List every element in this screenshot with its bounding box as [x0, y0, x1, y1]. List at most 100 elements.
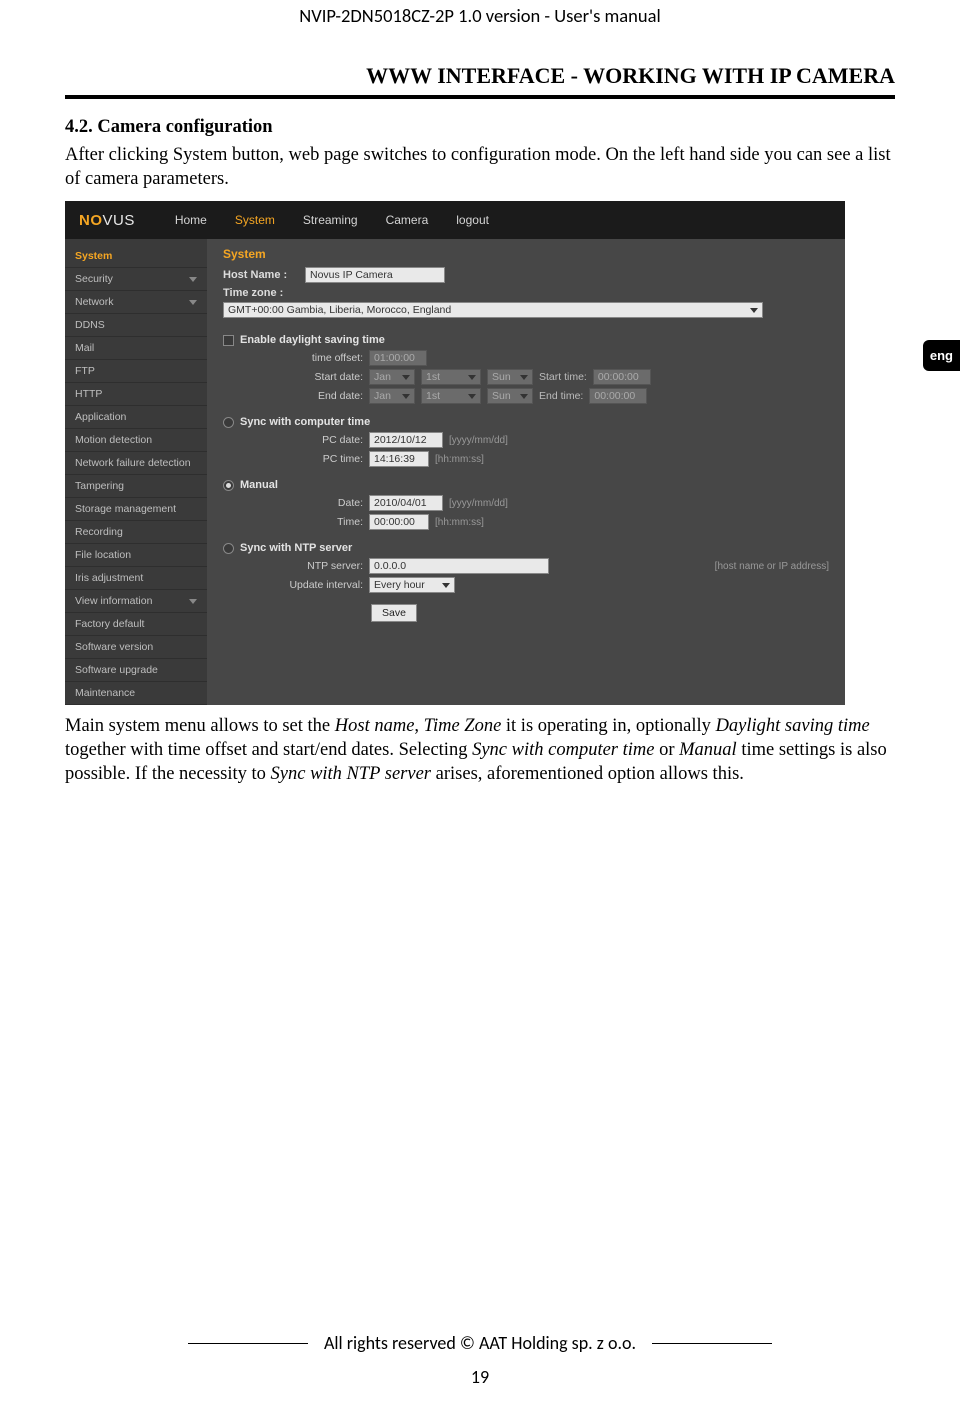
chevron-down-icon	[520, 375, 528, 380]
doc-header: NVIP-2DN5018CZ-2P 1.0 version - User's m…	[65, 0, 895, 33]
time-zone-value: GMT+00:00 Gambia, Liberia, Morocco, Engl…	[228, 304, 451, 316]
ntp-radio[interactable]	[223, 543, 234, 554]
sidebar-item-label: Storage management	[75, 503, 176, 515]
pc-time-label: PC time:	[277, 453, 363, 465]
manual-date-input[interactable]: 2010/04/01	[369, 495, 443, 511]
nav-item-system[interactable]: System	[235, 213, 275, 227]
description-paragraph: Main system menu allows to set the Host …	[65, 715, 895, 786]
nav-item-logout[interactable]: logout	[456, 213, 489, 227]
ntp-interval-label: Update interval:	[277, 579, 363, 591]
end-day-value: 1st	[426, 390, 440, 402]
italic: Sync with NTP server	[271, 764, 432, 784]
sidebar-item-security[interactable]: Security	[65, 268, 207, 291]
sidebar-item-label: Mail	[75, 342, 94, 354]
pc-date-input[interactable]: 2012/10/12	[369, 432, 443, 448]
sidebar-item-application[interactable]: Application	[65, 406, 207, 429]
sidebar-item-label: System	[75, 250, 112, 262]
time-offset-input[interactable]: 01:00:00	[369, 350, 427, 366]
sidebar-item-label: DDNS	[75, 319, 105, 331]
manual-time-label: Time:	[277, 516, 363, 528]
end-dow-value: Sun	[492, 390, 511, 402]
sidebar-item-mail[interactable]: Mail	[65, 337, 207, 360]
time-zone-select[interactable]: GMT+00:00 Gambia, Liberia, Morocco, Engl…	[223, 302, 763, 318]
screenshot: NOVUS HomeSystemStreamingCameralogout Sy…	[65, 201, 845, 705]
sidebar-item-network-failure-detection[interactable]: Network failure detection	[65, 452, 207, 475]
chevron-down-icon	[468, 375, 476, 380]
end-month-value: Jan	[374, 390, 391, 402]
sidebar-item-label: Iris adjustment	[75, 572, 143, 584]
end-date-label: End date:	[277, 390, 363, 402]
ntp-server-hint: [host name or IP address]	[715, 561, 829, 572]
sidebar-item-recording[interactable]: Recording	[65, 521, 207, 544]
sidebar-item-label: Application	[75, 411, 126, 423]
sidebar-item-ddns[interactable]: DDNS	[65, 314, 207, 337]
sidebar-item-system[interactable]: System	[65, 245, 207, 268]
sidebar-item-storage-management[interactable]: Storage management	[65, 498, 207, 521]
start-dow-select[interactable]: Sun	[487, 369, 533, 385]
manual-radio[interactable]	[223, 480, 234, 491]
save-button[interactable]: Save	[371, 604, 417, 622]
manual-date-hint: [yyyy/mm/dd]	[449, 498, 508, 509]
manual-time-input[interactable]: 00:00:00	[369, 514, 429, 530]
subsection-heading: 4.2. Camera configuration	[65, 117, 895, 138]
ntp-interval-select[interactable]: Every hour	[369, 577, 455, 593]
text: ,	[414, 716, 423, 736]
chevron-down-icon	[189, 300, 197, 305]
host-name-input[interactable]: Novus IP Camera	[305, 267, 445, 283]
sidebar-item-software-upgrade[interactable]: Software upgrade	[65, 659, 207, 682]
chevron-down-icon	[402, 375, 410, 380]
italic: Manual	[679, 740, 737, 760]
nav-item-home[interactable]: Home	[175, 213, 207, 227]
sidebar-item-label: View information	[75, 595, 152, 607]
sidebar-item-label: Factory default	[75, 618, 144, 630]
divider	[65, 95, 895, 99]
panel-title: System	[223, 247, 829, 261]
sidebar-item-label: Tampering	[75, 480, 124, 492]
time-zone-label: Time zone :	[223, 287, 283, 299]
start-time-input[interactable]: 00:00:00	[593, 369, 651, 385]
footer-rule-right	[652, 1343, 772, 1344]
sidebar-item-file-location[interactable]: File location	[65, 544, 207, 567]
sync-pc-radio[interactable]	[223, 417, 234, 428]
italic: Daylight saving time	[716, 716, 870, 736]
sidebar-item-motion-detection[interactable]: Motion detection	[65, 429, 207, 452]
end-month-select[interactable]: Jan	[369, 388, 415, 404]
end-time-label: End time:	[539, 390, 583, 402]
pc-time-input[interactable]: 14:16:39	[369, 451, 429, 467]
manual-time-hint: [hh:mm:ss]	[435, 517, 484, 528]
sidebar-item-http[interactable]: HTTP	[65, 383, 207, 406]
ntp-server-input[interactable]: 0.0.0.0	[369, 558, 549, 574]
sidebar-item-maintenance[interactable]: Maintenance	[65, 682, 207, 705]
end-day-select[interactable]: 1st	[421, 388, 481, 404]
text: together with time offset and start/end …	[65, 740, 472, 760]
start-day-select[interactable]: 1st	[421, 369, 481, 385]
manual-title: Manual	[240, 479, 278, 491]
sidebar-item-label: File location	[75, 549, 131, 561]
sidebar-item-network[interactable]: Network	[65, 291, 207, 314]
end-time-input[interactable]: 00:00:00	[589, 388, 647, 404]
sidebar-item-software-version[interactable]: Software version	[65, 636, 207, 659]
start-date-label: Start date:	[277, 371, 363, 383]
chevron-down-icon	[189, 277, 197, 282]
end-dow-select[interactable]: Sun	[487, 388, 533, 404]
language-tab[interactable]: eng	[923, 340, 960, 371]
sidebar-item-view-information[interactable]: View information	[65, 590, 207, 613]
chevron-down-icon	[189, 599, 197, 604]
dst-checkbox[interactable]	[223, 335, 234, 346]
sidebar-item-label: Motion detection	[75, 434, 152, 446]
sidebar-item-label: Software version	[75, 641, 153, 653]
sidebar-item-label: FTP	[75, 365, 95, 377]
section-title: WWW INTERFACE - WORKING WITH IP CAMERA	[65, 63, 895, 89]
intro-paragraph: After clicking System button, web page s…	[65, 144, 895, 191]
nav-item-streaming[interactable]: Streaming	[303, 213, 358, 227]
sidebar-item-ftp[interactable]: FTP	[65, 360, 207, 383]
sidebar-item-iris-adjustment[interactable]: Iris adjustment	[65, 567, 207, 590]
text: or	[654, 740, 679, 760]
sidebar: System SecurityNetwork DDNS Mail FTP HTTP Appl…	[65, 239, 207, 705]
sidebar-item-factory-default[interactable]: Factory default	[65, 613, 207, 636]
screenshot-topbar: NOVUS HomeSystemStreamingCameralogout	[65, 201, 845, 239]
start-month-select[interactable]: Jan	[369, 369, 415, 385]
sidebar-item-tampering[interactable]: Tampering	[65, 475, 207, 498]
sidebar-item-label: Network failure detection	[75, 457, 191, 469]
nav-item-camera[interactable]: Camera	[386, 213, 429, 227]
